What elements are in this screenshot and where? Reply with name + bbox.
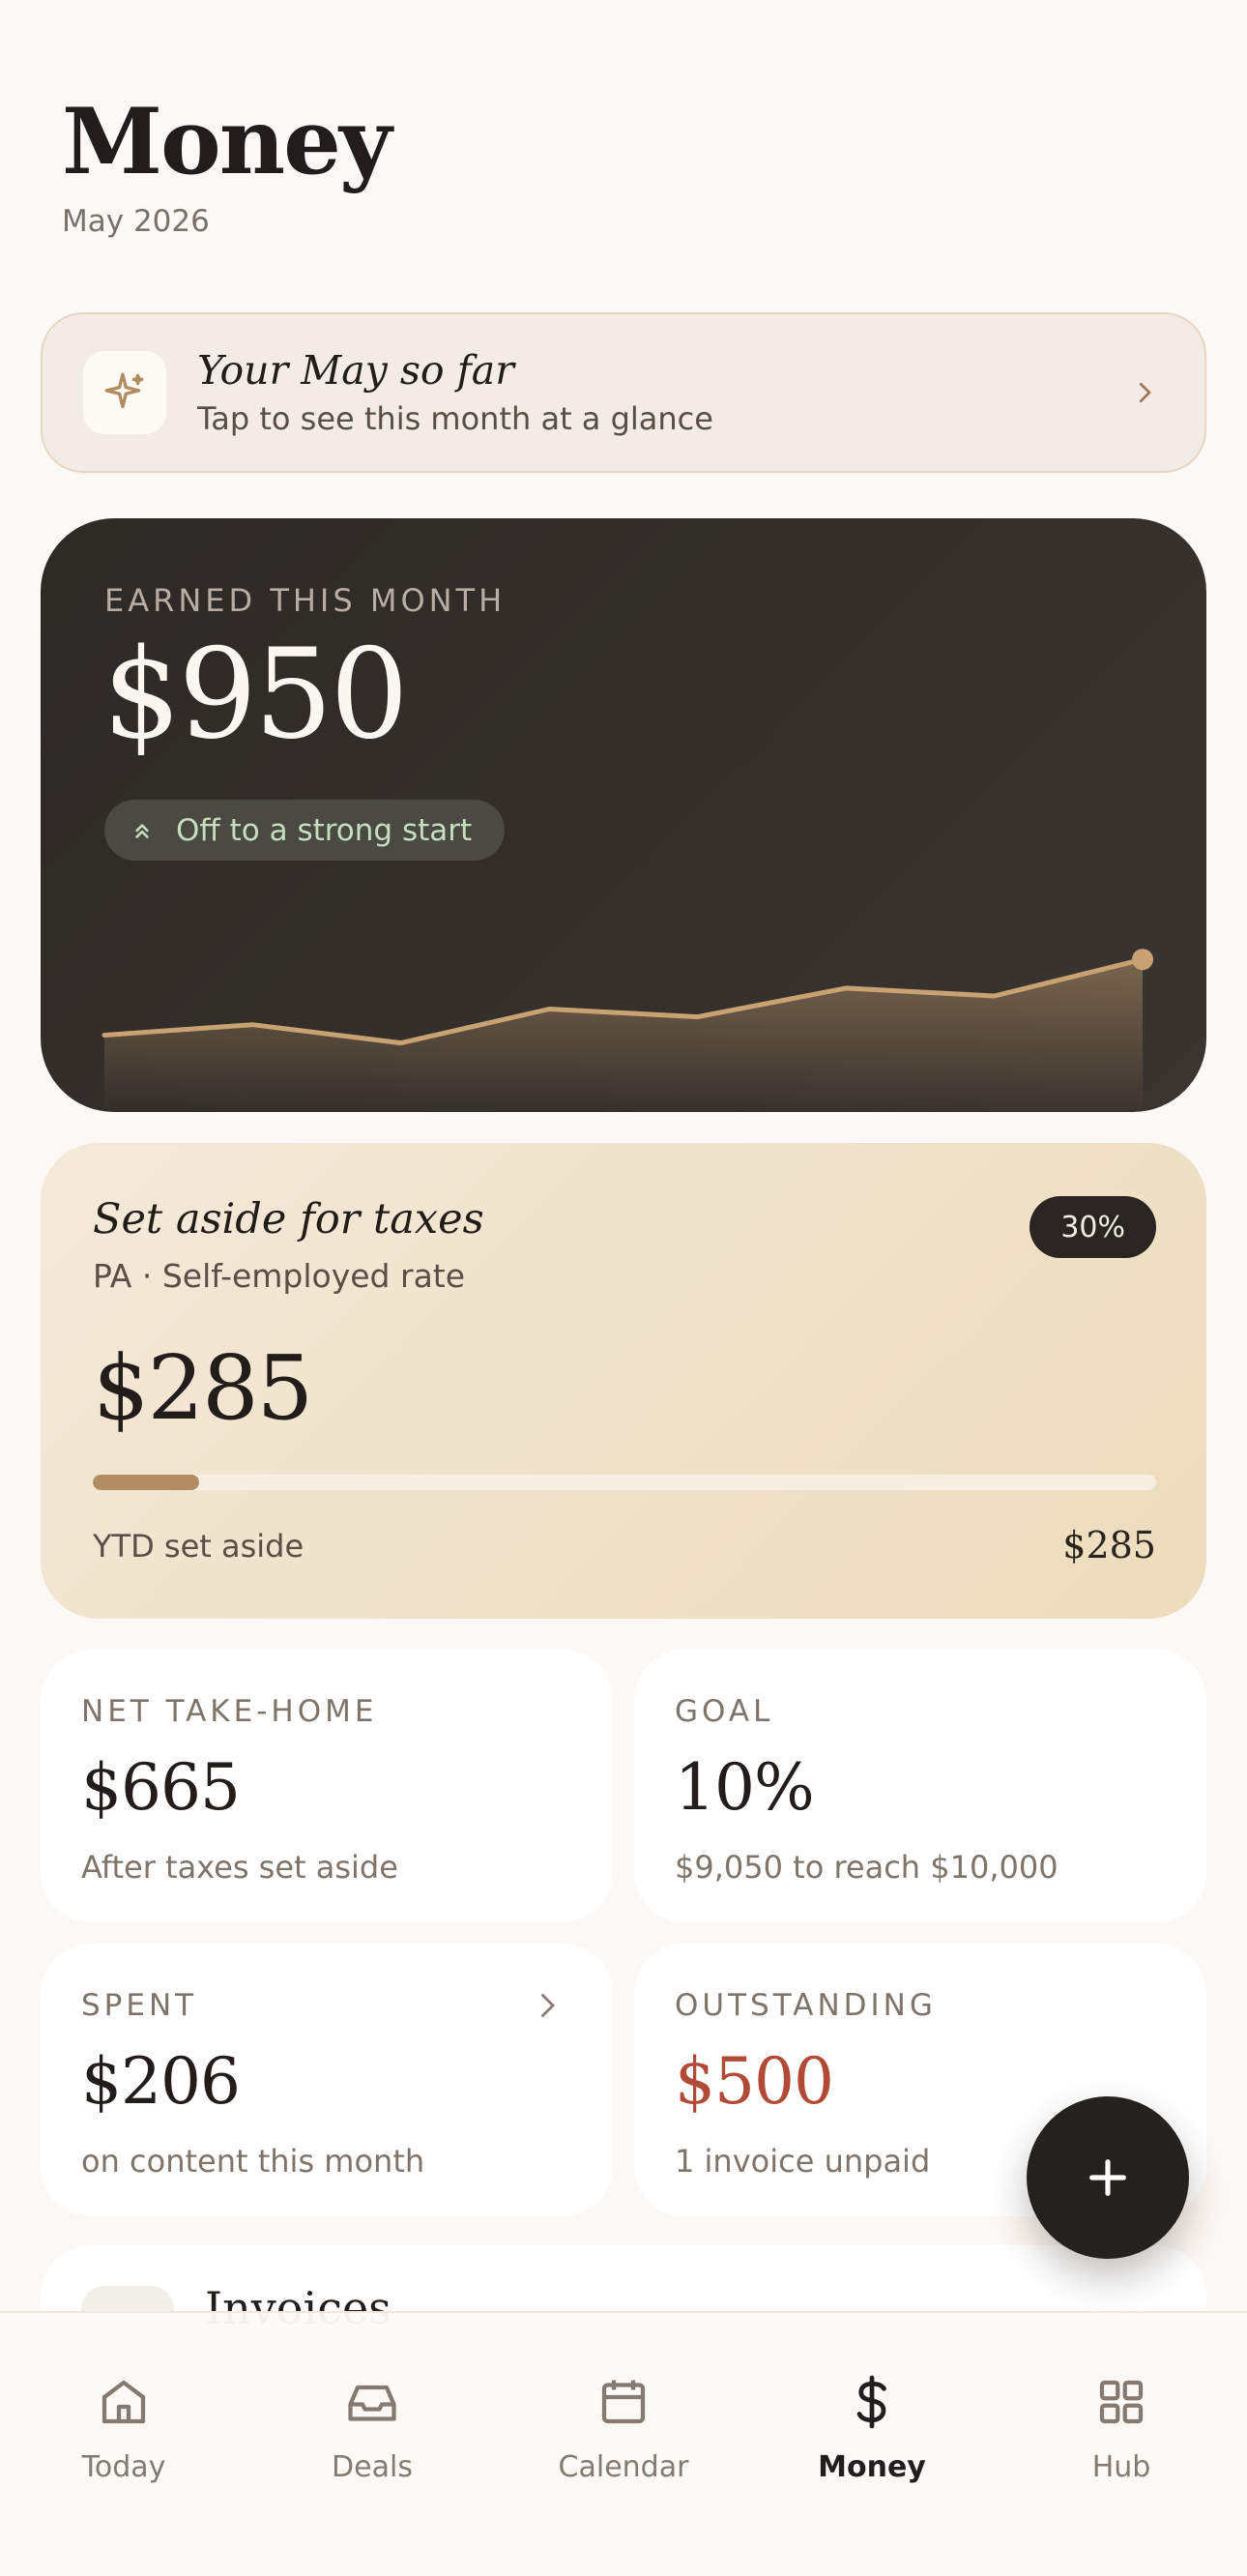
taxes-amount: $285: [93, 1336, 313, 1440]
add-button[interactable]: [1027, 2096, 1189, 2259]
sparkle-icon: [83, 351, 166, 434]
recap-title: Your May so far: [197, 347, 514, 395]
chevron-right-icon: [541, 1994, 555, 2017]
tax-set-aside-card[interactable]: Set aside for taxes PA · Self-employed r…: [41, 1143, 1206, 1619]
grid-icon: [1090, 2371, 1152, 2433]
bottom-tab-bar: Today Deals Calendar Money Hub: [0, 2311, 1247, 2576]
earnings-sparkline: [102, 949, 1153, 1112]
double-chevron-up-icon: [130, 816, 159, 845]
tab-label: Money: [818, 2450, 926, 2484]
stat-note: 1 invoice unpaid: [675, 2143, 931, 2180]
inbox-icon: [341, 2371, 403, 2433]
stat-label: NET TAKE-HOME: [81, 1694, 378, 1729]
stat-note: $9,050 to reach $10,000: [675, 1849, 1058, 1886]
recap-subtitle: Tap to see this month at a glance: [197, 399, 713, 437]
chevron-right-icon: [1125, 373, 1164, 412]
stat-note: on content this month: [81, 2143, 425, 2180]
trend-status-pill: Off to a strong start: [104, 800, 506, 861]
page-subtitle: May 2026: [62, 204, 210, 240]
tab-label: Today: [81, 2450, 166, 2484]
goal-card[interactable]: GOAL 10% $9,050 to reach $10,000: [634, 1650, 1206, 1922]
tab-label: Deals: [332, 2450, 413, 2484]
tab-today[interactable]: Today: [27, 2371, 220, 2484]
tax-rate-badge: 30%: [1030, 1196, 1156, 1258]
page-title: Money: [62, 89, 392, 195]
stat-note: After taxes set aside: [81, 1849, 398, 1886]
spent-card[interactable]: SPENT $206 on content this month: [41, 1944, 613, 2216]
stat-label: GOAL: [675, 1694, 774, 1729]
taxes-progress-fill: [93, 1475, 199, 1490]
sparkline-area: [104, 959, 1143, 1112]
earned-this-month-card[interactable]: EARNED THIS MONTH $950 Off to a strong s…: [41, 518, 1206, 1112]
stat-value: $206: [81, 2044, 241, 2119]
month-recap-banner[interactable]: Your May so far Tap to see this month at…: [41, 312, 1206, 473]
tab-label: Calendar: [558, 2450, 689, 2484]
tab-money[interactable]: Money: [775, 2371, 969, 2484]
earned-amount: $950: [102, 623, 409, 767]
calendar-icon: [593, 2371, 654, 2433]
stat-value: $665: [81, 1750, 241, 1825]
header: Money May 2026: [62, 89, 392, 240]
stat-value: $500: [675, 2044, 834, 2119]
net-take-home-card[interactable]: NET TAKE-HOME $665 After taxes set aside: [41, 1650, 613, 1922]
plus-icon: [1089, 2159, 1126, 2196]
ytd-value: $285: [1062, 1524, 1156, 1566]
tab-deals[interactable]: Deals: [276, 2371, 469, 2484]
tab-hub[interactable]: Hub: [1025, 2371, 1218, 2484]
taxes-title: Set aside for taxes: [93, 1195, 484, 1244]
dollar-icon: [841, 2371, 903, 2433]
ytd-label: YTD set aside: [93, 1528, 304, 1565]
stat-label: SPENT: [81, 1988, 198, 2023]
home-icon: [93, 2371, 155, 2433]
tab-calendar[interactable]: Calendar: [527, 2371, 720, 2484]
stat-label: OUTSTANDING: [675, 1988, 937, 2023]
trend-status-text: Off to a strong start: [176, 812, 473, 848]
tab-label: Hub: [1091, 2450, 1151, 2484]
taxes-subtitle: PA · Self-employed rate: [93, 1257, 466, 1295]
stat-value: 10%: [675, 1750, 815, 1825]
sparkline-end-point: [1132, 949, 1153, 971]
earned-label: EARNED THIS MONTH: [104, 582, 507, 619]
taxes-progress-bar: [93, 1475, 1156, 1490]
